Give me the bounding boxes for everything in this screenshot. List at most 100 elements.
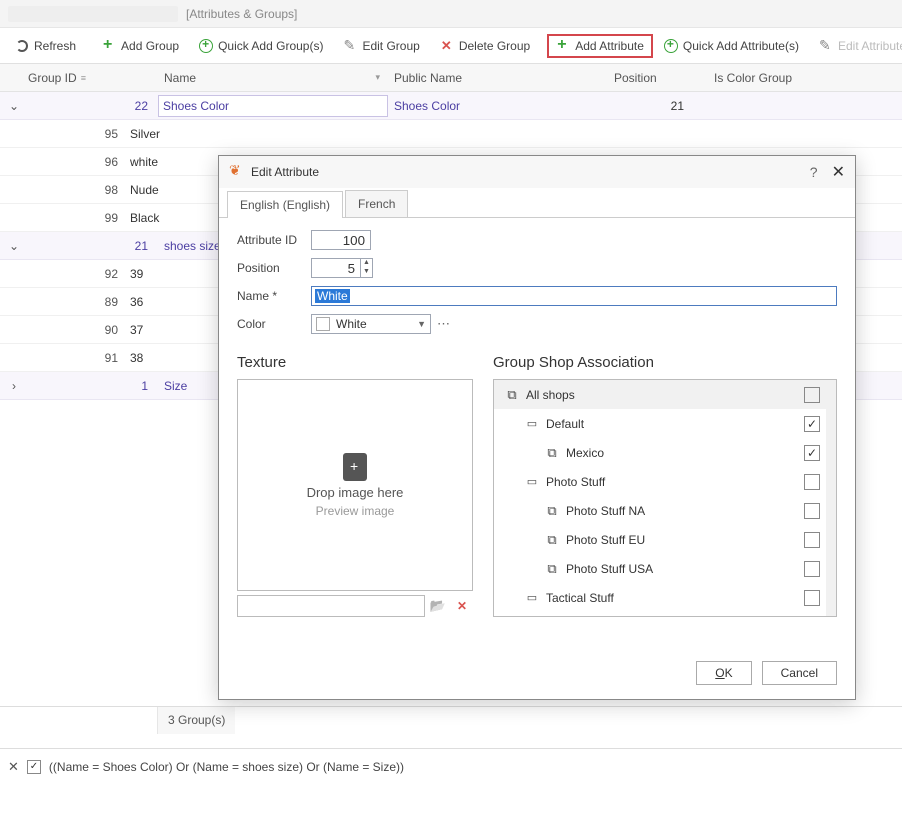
col-position[interactable]: Position	[614, 71, 694, 85]
shop-icon	[524, 416, 540, 432]
position-spinner[interactable]: ▲▼	[361, 258, 373, 278]
shop-group-icon	[504, 387, 520, 403]
group-public-name: Shoes Color	[388, 99, 614, 113]
shop-group-icon	[544, 561, 560, 577]
attribute-row[interactable]: 95Silver	[0, 120, 902, 148]
color-combobox[interactable]: White ▼	[311, 314, 431, 334]
shop-checkbox[interactable]	[804, 532, 820, 548]
quick-add-attribute-button[interactable]: Quick Add Attribute(s)	[655, 34, 808, 58]
shop-name: Tactical Stuff	[546, 591, 798, 605]
col-is-color-group[interactable]: Is Color Group	[694, 71, 902, 85]
delete-group-label: Delete Group	[459, 39, 530, 53]
attribute-id: 96	[28, 155, 128, 169]
group-name[interactable]: Shoes Color	[158, 95, 388, 117]
shop-name: Photo Stuff NA	[566, 504, 798, 518]
spin-up-icon[interactable]: ▲	[361, 259, 372, 268]
edit-attribute-label: Edit Attribute	[838, 39, 902, 53]
plus-circle-icon	[199, 39, 213, 53]
shop-icon	[524, 590, 540, 606]
add-attribute-label: Add Attribute	[575, 39, 644, 53]
shop-checkbox[interactable]	[804, 590, 820, 606]
shop-row[interactable]: Default	[494, 409, 836, 438]
quick-add-group-button[interactable]: Quick Add Group(s)	[190, 34, 332, 58]
shop-row[interactable]: Photo Stuff NA	[494, 496, 836, 525]
col-name[interactable]: Name▾	[158, 71, 388, 85]
filter-expression: ((Name = Shoes Color) Or (Name = shoes s…	[49, 760, 404, 774]
attribute-id-input[interactable]	[311, 230, 371, 250]
folder-icon	[430, 598, 446, 614]
quick-add-attribute-label: Quick Add Attribute(s)	[683, 39, 799, 53]
name-selected-text: White	[315, 289, 350, 303]
toolbar: Refresh Add Group Quick Add Group(s) Edi…	[0, 28, 902, 64]
edit-group-label: Edit Group	[362, 39, 419, 53]
shop-row[interactable]: Photo Stuff USA	[494, 554, 836, 583]
chevron-down-icon: ▼	[417, 319, 426, 329]
expand-toggle[interactable]: ⌄	[0, 99, 28, 113]
x-icon	[457, 599, 467, 613]
texture-path-input[interactable]	[237, 595, 425, 617]
spin-down-icon[interactable]: ▼	[361, 268, 372, 277]
shop-name: Default	[546, 417, 798, 431]
close-button[interactable]: ✕	[832, 162, 845, 182]
edit-group-button[interactable]: Edit Group	[334, 34, 428, 58]
name-input[interactable]: White	[311, 286, 837, 306]
shop-checkbox[interactable]	[804, 387, 820, 403]
refresh-button[interactable]: Refresh	[6, 34, 85, 58]
shop-checkbox[interactable]	[804, 416, 820, 432]
shop-row[interactable]: Tactical Stuff	[494, 583, 836, 612]
refresh-icon	[15, 39, 29, 53]
group-id: 21	[28, 239, 158, 253]
tab-english[interactable]: English (English)	[227, 191, 343, 218]
shop-icon	[524, 474, 540, 490]
shop-name: All shops	[526, 388, 798, 402]
add-group-button[interactable]: Add Group	[93, 34, 188, 58]
color-swatch	[316, 317, 330, 331]
x-icon	[440, 39, 454, 53]
shop-group-icon	[544, 532, 560, 548]
filter-enabled-checkbox[interactable]: ✓	[27, 760, 41, 774]
pencil-icon	[819, 39, 833, 53]
texture-dropzone[interactable]: Drop image here Preview image	[237, 379, 473, 591]
group-count: 3 Group(s)	[158, 707, 235, 734]
image-placeholder-icon	[343, 453, 367, 481]
expand-toggle[interactable]: ⌄	[0, 239, 28, 253]
shop-checkbox[interactable]	[804, 561, 820, 577]
cancel-button[interactable]: Cancel	[762, 661, 837, 685]
position-input[interactable]	[311, 258, 361, 278]
breadcrumb: [Attributes & Groups]	[186, 7, 297, 21]
tab-french[interactable]: French	[345, 190, 408, 217]
shop-row[interactable]: Photo Stuff	[494, 467, 836, 496]
shop-row[interactable]: Photo Stuff EU	[494, 525, 836, 554]
drop-label: Drop image here	[307, 485, 404, 500]
shop-checkbox[interactable]	[804, 503, 820, 519]
color-picker-button[interactable]: ⋯	[437, 316, 450, 332]
shop-checkbox[interactable]	[804, 445, 820, 461]
shop-title: Group Shop Association	[493, 354, 837, 371]
filter-bar: ✕ ✓ ((Name = Shoes Color) Or (Name = sho…	[0, 748, 902, 784]
edit-attribute-button: Edit Attribute	[810, 34, 902, 58]
expand-toggle[interactable]: ›	[0, 379, 28, 393]
plus-icon	[102, 39, 116, 53]
shop-row[interactable]: All shops	[494, 380, 836, 409]
delete-group-button[interactable]: Delete Group	[431, 34, 539, 58]
shop-checkbox[interactable]	[804, 474, 820, 490]
quick-add-group-label: Quick Add Group(s)	[218, 39, 323, 53]
group-row[interactable]: ⌄22Shoes ColorShoes Color21	[0, 92, 902, 120]
attribute-id: 91	[28, 351, 128, 365]
scrollbar[interactable]	[826, 380, 836, 616]
add-attribute-button[interactable]: Add Attribute	[547, 34, 653, 58]
shop-name: Photo Stuff EU	[566, 533, 798, 547]
shop-row[interactable]: Mexico	[494, 438, 836, 467]
attribute-name: 39	[128, 267, 143, 281]
ok-button[interactable]: OK	[696, 661, 751, 685]
position-label: Position	[237, 261, 311, 275]
help-button[interactable]: ?	[810, 164, 818, 180]
col-public-name[interactable]: Public Name	[388, 71, 614, 85]
col-group-id[interactable]: Group ID≡	[28, 71, 158, 85]
browse-button[interactable]	[427, 595, 449, 617]
clear-texture-button[interactable]	[451, 595, 473, 617]
attribute-id: 98	[28, 183, 128, 197]
clear-filter-button[interactable]: ✕	[8, 759, 19, 775]
attribute-name: Nude	[128, 183, 159, 197]
refresh-label: Refresh	[34, 39, 76, 53]
